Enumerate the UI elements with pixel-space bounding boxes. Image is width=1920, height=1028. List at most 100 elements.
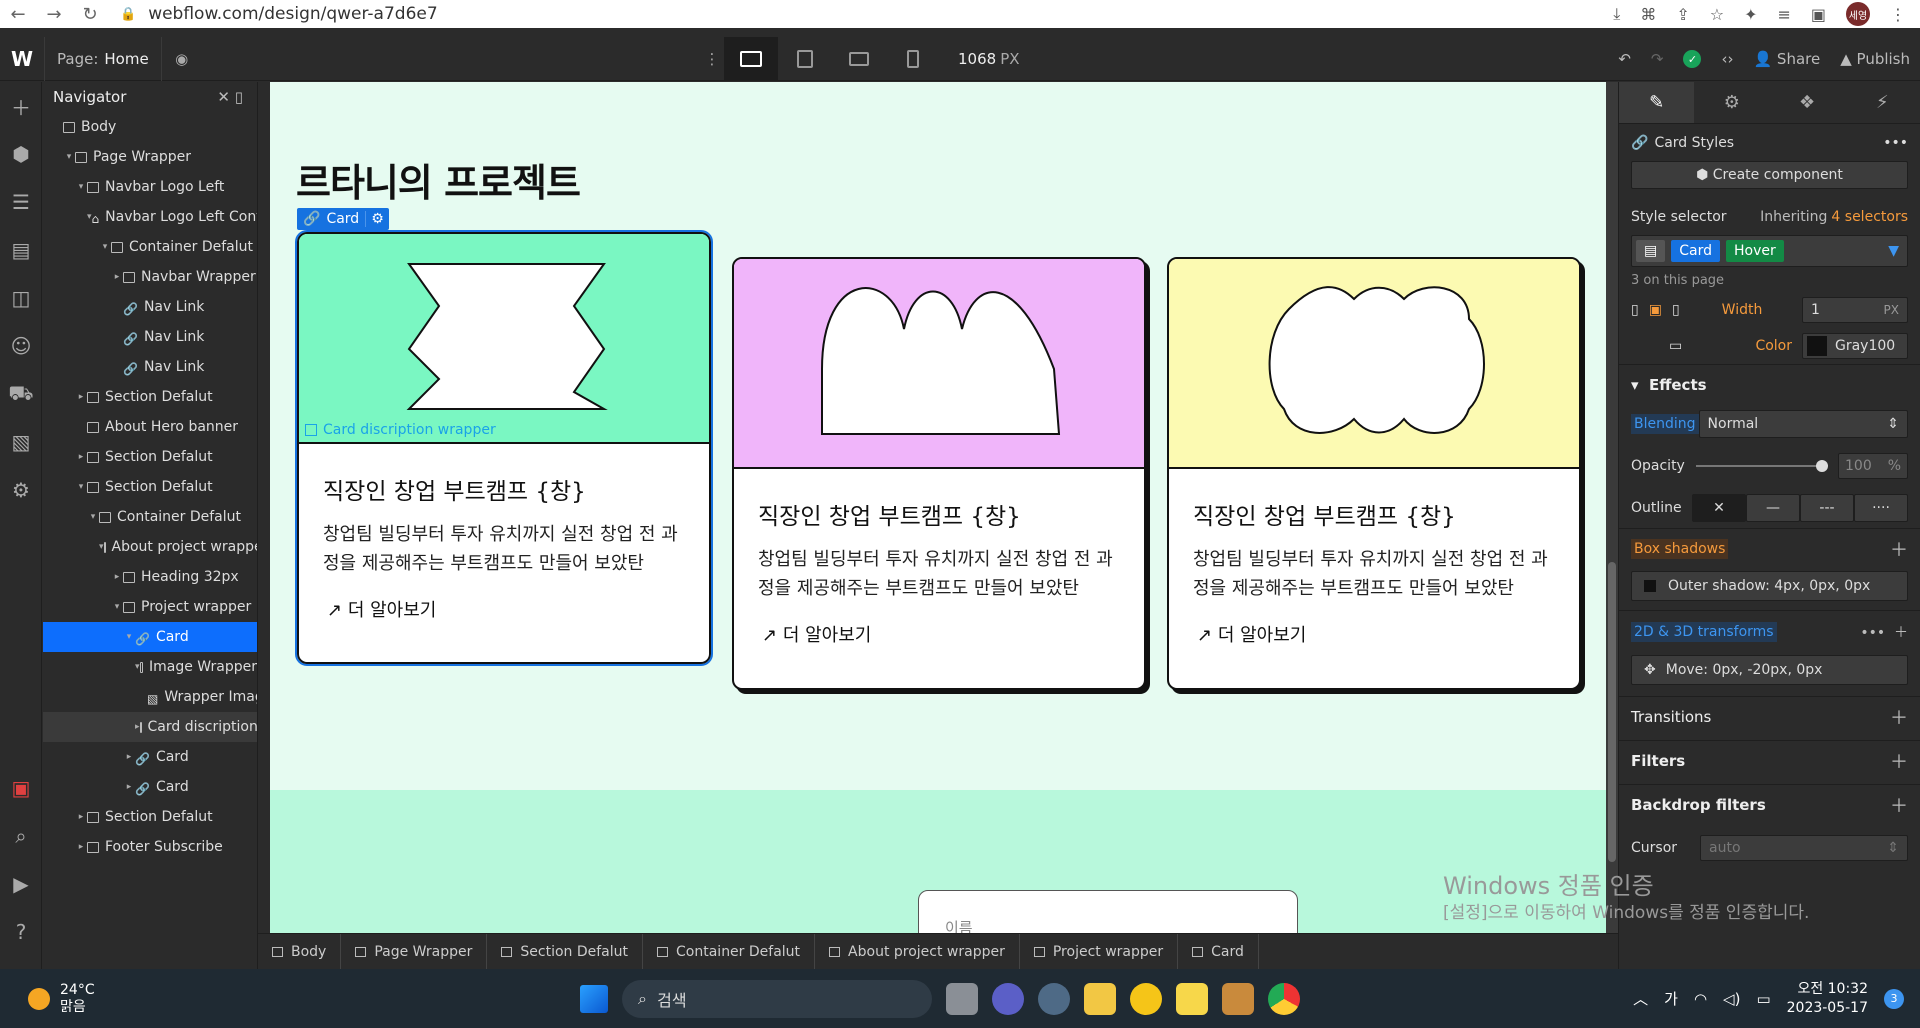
- border-side-right-icon[interactable]: ▯: [1672, 302, 1680, 318]
- section-heading[interactable]: 르타니의 프로젝트: [296, 152, 581, 207]
- selector-class-pill[interactable]: Card: [1671, 240, 1720, 262]
- caret-icon[interactable]: ▸: [75, 392, 87, 402]
- caret-icon[interactable]: ▸: [111, 572, 123, 582]
- border-color-input[interactable]: Gray100: [1802, 333, 1908, 359]
- navigator-node[interactable]: ▸ Section Defalut: [43, 442, 257, 472]
- create-component-button[interactable]: ⬢ Create component: [1631, 161, 1908, 189]
- navigator-node[interactable]: ▾ Container Defalut: [43, 502, 257, 532]
- battery-icon[interactable]: ▭: [1756, 990, 1770, 1008]
- caret-icon[interactable]: ▾: [87, 212, 92, 222]
- pages-icon[interactable]: ▤: [0, 226, 42, 274]
- style-manager-tab-icon[interactable]: ❖: [1770, 82, 1845, 123]
- caret-icon[interactable]: ▸: [123, 782, 135, 792]
- sticky-notes-icon[interactable]: [1176, 982, 1208, 1015]
- taskbar-search[interactable]: ⌕ 검색: [622, 979, 932, 1018]
- chevron-up-icon[interactable]: ︿: [1633, 988, 1648, 1009]
- chrome-icon[interactable]: [1268, 982, 1300, 1015]
- navigator-icon[interactable]: ☰: [0, 178, 42, 226]
- preview-eye-icon[interactable]: ◉: [162, 50, 202, 68]
- caret-icon[interactable]: ▸: [111, 272, 123, 282]
- navigator-node[interactable]: ▾ Section Defalut: [43, 472, 257, 502]
- navigator-node[interactable]: ▸ Card discription wrapper: [43, 712, 257, 742]
- task-view-icon[interactable]: [946, 982, 978, 1015]
- learn-more-link[interactable]: ↗ 더 알아보기: [1197, 621, 1579, 647]
- more-icon[interactable]: •••: [1883, 135, 1908, 151]
- navigator-node[interactable]: ▸ Navbar Wrapper: [43, 262, 257, 292]
- navigator-node[interactable]: ▾⌂ Navbar Logo Left Container: [43, 202, 257, 232]
- selector-state-pill[interactable]: Hover: [1726, 240, 1784, 262]
- card-2[interactable]: 직장인 창업 부트캠프 {창} 창업팀 빌딩부터 투자 유치까지 실전 창업 전…: [732, 257, 1146, 690]
- breadcrumb-item[interactable]: Body: [258, 933, 342, 970]
- file-explorer-icon[interactable]: [1084, 982, 1116, 1015]
- navigator-node[interactable]: ▾ Image Wrapper: [43, 652, 257, 682]
- caret-icon[interactable]: ▾: [111, 602, 123, 612]
- media-player-icon[interactable]: [1130, 982, 1162, 1015]
- media-icon[interactable]: ≡: [1777, 5, 1790, 24]
- wifi-icon[interactable]: ◠: [1694, 990, 1707, 1008]
- settings-app-icon[interactable]: [1038, 982, 1070, 1015]
- selector-field[interactable]: ▤ Card Hover ▼: [1631, 235, 1908, 267]
- navigator-node[interactable]: Body: [43, 112, 257, 142]
- breadcrumb-item[interactable]: Project wrapper: [1020, 933, 1179, 970]
- extensions-icon[interactable]: ✦: [1744, 5, 1757, 24]
- breadcrumb-item[interactable]: Page Wrapper: [341, 933, 488, 970]
- card-3[interactable]: 직장인 창업 부트캠프 {창} 창업팀 빌딩부터 투자 유치까지 실전 창업 전…: [1167, 257, 1581, 690]
- element-settings-tab-icon[interactable]: ⚙: [1694, 82, 1769, 123]
- menu-icon[interactable]: ⋮: [1890, 5, 1906, 24]
- desktop-breakpoint-icon[interactable]: [724, 37, 778, 81]
- code-icon[interactable]: ‹›: [1711, 37, 1743, 81]
- caret-icon[interactable]: ▸: [135, 722, 140, 732]
- caret-icon[interactable]: ▾: [99, 242, 111, 252]
- back-icon[interactable]: ←: [0, 4, 36, 25]
- volume-icon[interactable]: ◁): [1723, 990, 1740, 1008]
- box-shadows-label[interactable]: Box shadows: [1631, 538, 1729, 559]
- element-settings-icon[interactable]: ⚙: [365, 211, 389, 227]
- add-box-shadow-icon[interactable]: ＋: [1890, 536, 1908, 562]
- outline-solid-icon[interactable]: —: [1746, 494, 1800, 522]
- navigator-node[interactable]: ▾ Page Wrapper: [43, 142, 257, 172]
- settings-icon[interactable]: ⚙: [0, 466, 42, 514]
- filters-section[interactable]: Filters ＋: [1619, 740, 1920, 780]
- border-width-input[interactable]: 1 PX: [1802, 297, 1908, 323]
- style-brush-tab-icon[interactable]: ✎: [1619, 82, 1695, 123]
- caret-icon[interactable]: ▾: [75, 482, 87, 492]
- navigator-node[interactable]: ▸ Section Defalut: [43, 382, 257, 412]
- border-all-icon[interactable]: ▣: [1649, 302, 1662, 318]
- mobile-portrait-breakpoint-icon[interactable]: [886, 37, 940, 81]
- outline-dashed-icon[interactable]: ---: [1800, 494, 1854, 522]
- teams-icon[interactable]: [992, 982, 1024, 1015]
- more-breakpoints-icon[interactable]: ⋮: [700, 50, 724, 68]
- translate-icon[interactable]: ⌘: [1640, 5, 1656, 24]
- bookmark-star-icon[interactable]: ☆: [1710, 5, 1724, 24]
- undo-icon[interactable]: ↶: [1608, 37, 1641, 81]
- lock-icon[interactable]: 🔒: [120, 7, 136, 22]
- download-icon[interactable]: ⤓: [1613, 4, 1620, 24]
- box-shadow-item[interactable]: Outer shadow: 4px, 0px, 0px: [1631, 571, 1908, 601]
- selected-element-tag[interactable]: 🔗 Card ⚙: [297, 208, 389, 230]
- cursor-select[interactable]: auto ⇕: [1700, 835, 1908, 861]
- publish-button[interactable]: ▲ Publish: [1830, 37, 1920, 81]
- webflow-logo[interactable]: W: [0, 47, 44, 71]
- close-navigator-icon[interactable]: ✕ ▯: [217, 88, 243, 106]
- card-1[interactable]: Card discription wrapper 직장인 창업 부트캠프 {창}…: [295, 230, 713, 666]
- navigator-node[interactable]: ▾ Navbar Logo Left: [43, 172, 257, 202]
- caret-icon[interactable]: ▸: [75, 842, 87, 852]
- navigator-node[interactable]: 🔗 Nav Link: [43, 322, 257, 352]
- status-ok-icon[interactable]: ✓: [1673, 37, 1711, 81]
- add-transition-icon[interactable]: ＋: [1890, 704, 1908, 730]
- tablet-breakpoint-icon[interactable]: [778, 37, 832, 81]
- caret-icon[interactable]: ▾: [135, 662, 140, 672]
- caret-icon[interactable]: ▸: [75, 812, 87, 822]
- design-canvas[interactable]: 르타니의 프로젝트 🔗 Card ⚙ Card discription wrap…: [270, 82, 1606, 933]
- caret-icon[interactable]: ▾: [87, 512, 99, 522]
- notification-badge[interactable]: 3: [1884, 988, 1904, 1009]
- navigator-node[interactable]: ▸ 🔗 Card: [43, 772, 257, 802]
- navigator-node[interactable]: ▾ 🔗 Card: [43, 622, 257, 652]
- caret-icon[interactable]: ▾: [123, 632, 135, 642]
- components-icon[interactable]: ⬢: [0, 130, 42, 178]
- breadcrumb-item[interactable]: About project wrapper: [815, 933, 1020, 970]
- effects-section-header[interactable]: ▾ Effects: [1619, 364, 1920, 404]
- mobile-landscape-breakpoint-icon[interactable]: [832, 37, 886, 81]
- users-icon[interactable]: ☺: [0, 322, 42, 370]
- navigator-node[interactable]: 🔗 Nav Link: [43, 352, 257, 382]
